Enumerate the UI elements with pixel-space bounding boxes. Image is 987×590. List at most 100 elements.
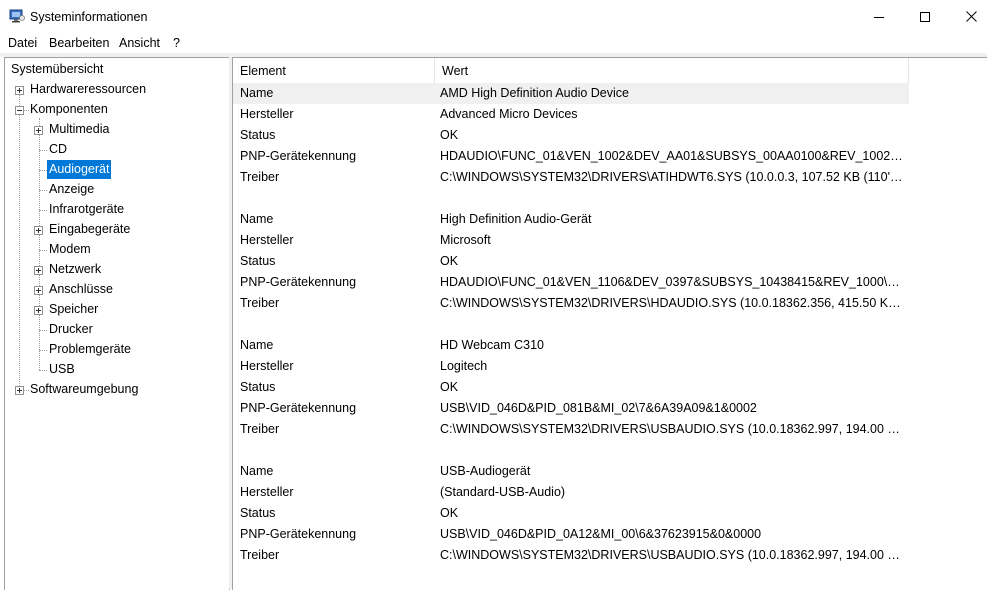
table-row[interactable]: PNP-Gerätekennung USB\VID_046D&PID_081B&M… (233, 398, 909, 419)
element-cell: Hersteller (240, 233, 294, 247)
tree-item-multimedia[interactable]: Multimedia (47, 120, 111, 139)
menu-datei[interactable]: Datei (8, 36, 37, 50)
column-header-wert[interactable]: Wert (435, 58, 909, 83)
table-row[interactable]: Status OK (233, 251, 909, 272)
table-row[interactable]: Hersteller Advanced Micro Devices (233, 104, 909, 125)
tree-label: Softwareumgebung (30, 382, 139, 396)
table-row[interactable]: Status OK (233, 377, 909, 398)
window-title: Systeminformationen (30, 10, 148, 24)
value-cell: C:\WINDOWS\SYSTEM32\DRIVERS\USBAUDIO.SYS… (440, 548, 906, 562)
tree-label: CD (49, 142, 68, 156)
value-cell: USB\VID_046D&PID_081B&MI_02\7&6A39A09&1&… (440, 401, 757, 415)
table-row[interactable]: Treiber C:\WINDOWS\SYSTEM32\DRIVERS\ATIHD… (233, 167, 909, 188)
element-cell: Status (240, 128, 276, 142)
table-row[interactable]: Treiber C:\WINDOWS\SYSTEM32\DRIVERS\USBAU… (233, 545, 909, 566)
value-cell: OK (440, 128, 459, 142)
table-row[interactable]: Name USB-Audiogerät (233, 461, 909, 482)
table-row[interactable]: Status OK (233, 503, 909, 524)
table-row[interactable]: PNP-Gerätekennung HDAUDIO\FUNC_01&VEN_100… (233, 146, 909, 167)
table-row[interactable]: Treiber C:\WINDOWS\SYSTEM32\DRIVERS\HDAUD… (233, 293, 909, 314)
category-tree[interactable]: Systemübersicht Hardwareressourcen Kompo… (4, 57, 230, 590)
value-cell: HDAUDIO\FUNC_01&VEN_1106&DEV_0397&SUBSYS… (440, 275, 906, 289)
expand-icon[interactable] (34, 286, 43, 295)
tree-label: Modem (49, 242, 91, 256)
tree-item-usb[interactable]: USB (47, 360, 77, 379)
tree-connector (39, 170, 47, 171)
tree-label: Systemübersicht (11, 62, 104, 76)
tree-item-infrarotgeraete[interactable]: Infrarotgeräte (47, 200, 126, 219)
value-cell: USB-Audiogerät (440, 464, 531, 478)
value-cell: HD Webcam C310 (440, 338, 544, 352)
tree-connector (39, 250, 47, 251)
expand-icon[interactable] (15, 386, 24, 395)
tree-label: USB (49, 362, 75, 376)
element-cell: Hersteller (240, 359, 294, 373)
expand-icon[interactable] (34, 306, 43, 315)
details-list[interactable]: Element Wert Name AMD High Definition Aud… (232, 57, 987, 590)
value-cell: High Definition Audio-Gerät (440, 212, 592, 226)
expand-icon[interactable] (34, 266, 43, 275)
tree-item-komponenten[interactable]: Komponenten (28, 100, 110, 119)
tree-label-selected: Audiogerät (47, 160, 112, 179)
close-button[interactable] (948, 0, 987, 33)
expand-icon[interactable] (34, 226, 43, 235)
tree-item-audiogeraet[interactable]: Audiogerät (47, 160, 112, 179)
tree-item-hardwareressourcen[interactable]: Hardwareressourcen (28, 80, 148, 99)
tree-label: Speicher (49, 302, 99, 316)
tree-item-modem[interactable]: Modem (47, 240, 93, 259)
minimize-icon (874, 16, 884, 18)
tree-item-problemgeraete[interactable]: Problemgeräte (47, 340, 133, 359)
maximize-button[interactable] (902, 0, 948, 33)
tree-connector (39, 118, 40, 370)
table-row[interactable]: Name High Definition Audio-Gerät (233, 209, 909, 230)
tree-label: Problemgeräte (49, 342, 131, 356)
tree-label: Netzwerk (49, 262, 102, 276)
tree-item-softwareumgebung[interactable]: Softwareumgebung (28, 380, 140, 399)
tree-item-eingabegeraete[interactable]: Eingabegeräte (47, 220, 132, 239)
tree-label: Anzeige (49, 182, 95, 196)
expand-icon[interactable] (15, 86, 24, 95)
table-row[interactable]: PNP-Gerätekennung USB\VID_046D&PID_0A12&M… (233, 524, 909, 545)
value-cell: HDAUDIO\FUNC_01&VEN_1002&DEV_AA01&SUBSYS… (440, 149, 906, 163)
element-cell: Hersteller (240, 107, 294, 121)
tree-item-systemuebersicht[interactable]: Systemübersicht (9, 60, 105, 79)
tree-item-netzwerk[interactable]: Netzwerk (47, 260, 103, 279)
tree-item-anzeige[interactable]: Anzeige (47, 180, 96, 199)
tree-item-cd[interactable]: CD (47, 140, 69, 159)
element-cell: Status (240, 380, 276, 394)
menu-bearbeiten[interactable]: Bearbeiten (49, 36, 109, 50)
tree-connector (39, 150, 47, 151)
column-header-element[interactable]: Element (233, 58, 435, 83)
table-row[interactable]: Name HD Webcam C310 (233, 335, 909, 356)
menu-bar: Datei Bearbeiten Ansicht ? (0, 33, 987, 53)
table-row[interactable]: Treiber C:\WINDOWS\SYSTEM32\DRIVERS\USBAU… (233, 419, 909, 440)
value-cell: (Standard-USB-Audio) (440, 485, 566, 499)
tree-label: Drucker (49, 322, 93, 336)
table-row[interactable]: Status OK (233, 125, 909, 146)
tree-connector (39, 210, 47, 211)
table-row[interactable]: Hersteller (Standard-USB-Audio) (233, 482, 909, 503)
menu-ansicht[interactable]: Ansicht (119, 36, 160, 50)
value-cell: AMD High Definition Audio Device (440, 86, 629, 100)
collapse-icon[interactable] (15, 106, 24, 115)
tree-connector (39, 370, 47, 371)
minimize-button[interactable] (856, 0, 902, 33)
menu-help[interactable]: ? (173, 36, 180, 50)
tree-connector (39, 190, 47, 191)
table-row[interactable]: Name AMD High Definition Audio Device (233, 83, 909, 104)
tree-item-speicher[interactable]: Speicher (47, 300, 100, 319)
tree-label: Komponenten (30, 102, 108, 116)
tree-label: Multimedia (49, 122, 110, 136)
tree-label: Eingabegeräte (49, 222, 131, 236)
element-cell: Status (240, 254, 276, 268)
table-row[interactable]: Hersteller Logitech (233, 356, 909, 377)
value-cell: C:\WINDOWS\SYSTEM32\DRIVERS\HDAUDIO.SYS … (440, 296, 906, 310)
expand-icon[interactable] (34, 126, 43, 135)
table-row[interactable]: PNP-Gerätekennung HDAUDIO\FUNC_01&VEN_110… (233, 272, 909, 293)
tree-label: Infrarotgeräte (49, 202, 125, 216)
table-row[interactable]: Hersteller Microsoft (233, 230, 909, 251)
tree-connector (19, 90, 20, 390)
tree-item-anschluesse[interactable]: Anschlüsse (47, 280, 115, 299)
system-info-icon (9, 9, 25, 23)
tree-item-drucker[interactable]: Drucker (47, 320, 95, 339)
